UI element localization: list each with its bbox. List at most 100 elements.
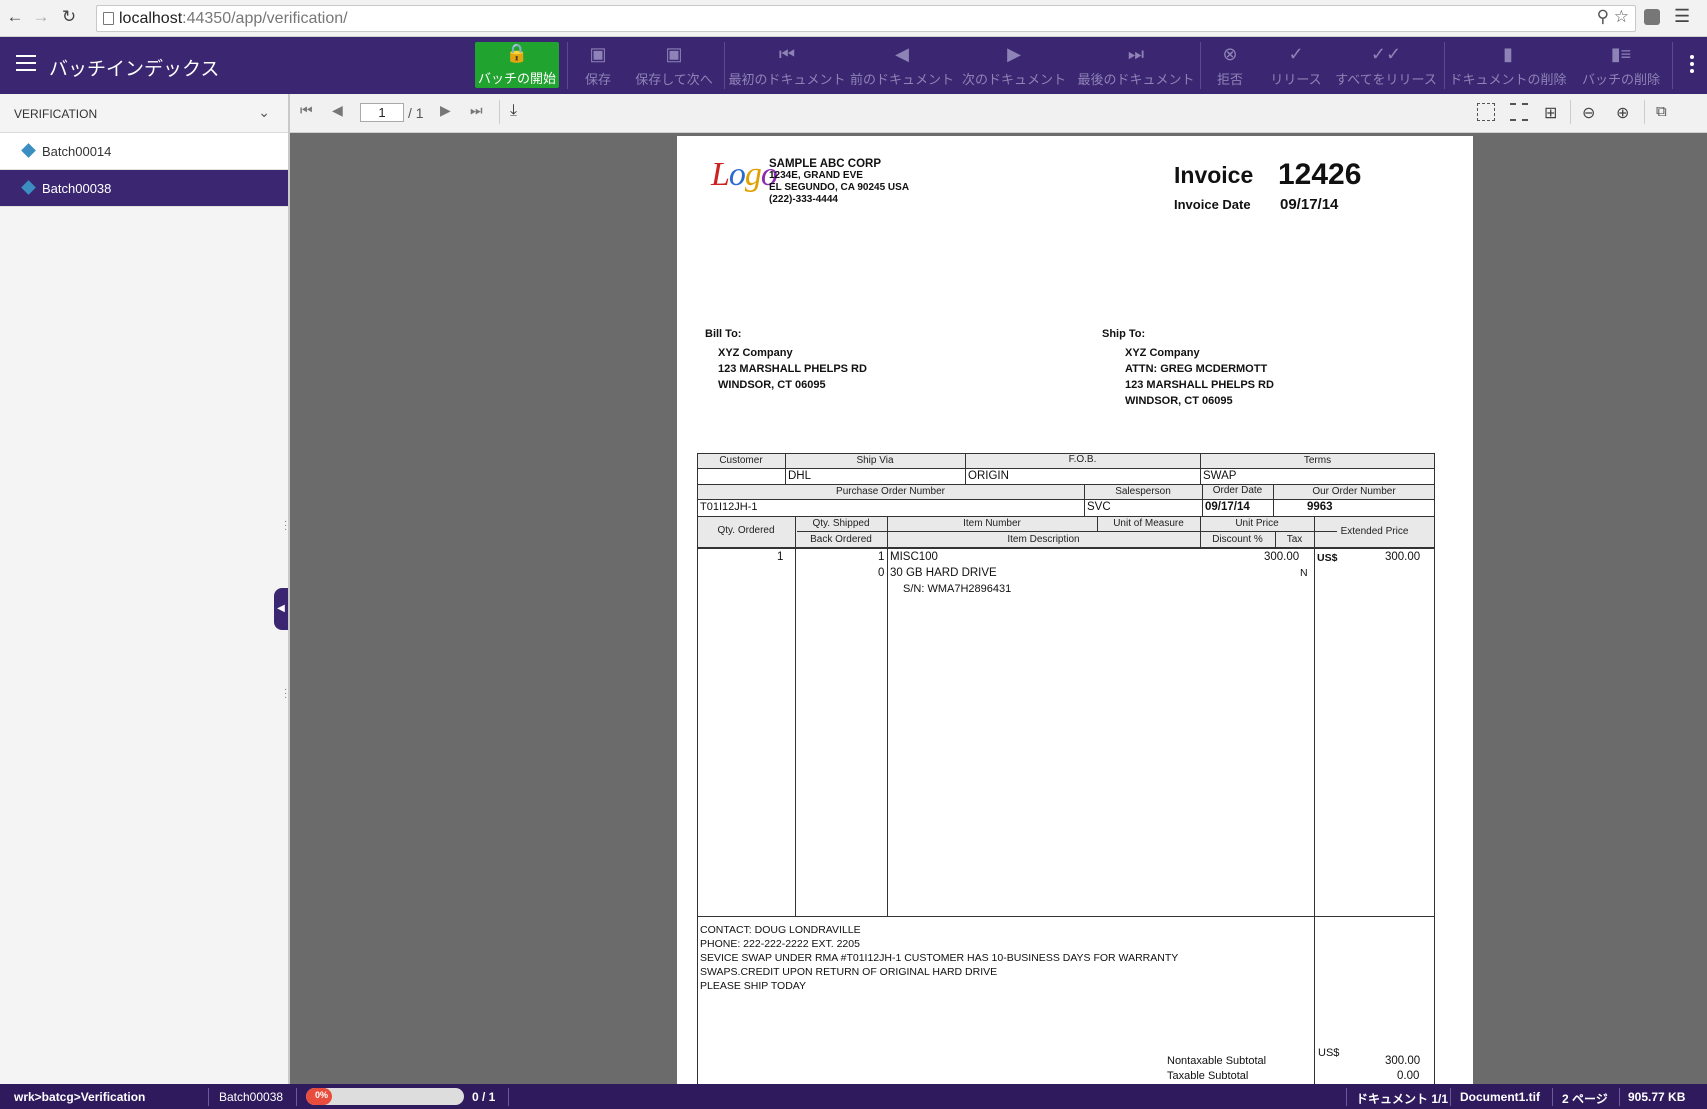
first-page-icon[interactable]: ⏮ bbox=[300, 102, 313, 119]
status-document: ドキュメント 1/1 bbox=[1356, 1092, 1449, 1106]
download-icon[interactable]: ⤓ bbox=[510, 102, 517, 120]
header-tax: Tax bbox=[1286, 534, 1303, 545]
nontaxable-subtotal-label: Nontaxable Subtotal bbox=[1167, 1055, 1267, 1067]
invoice-number: 12426 bbox=[1278, 158, 1362, 191]
release-all-button[interactable]: ✓✓ すべてをリリース bbox=[1335, 37, 1437, 94]
ship-to-street: 123 MARSHALL PHELPS RD bbox=[1125, 379, 1274, 391]
zoom-icon[interactable]: ⚲ bbox=[1597, 7, 1609, 26]
previous-page-icon[interactable]: ◀ bbox=[332, 102, 343, 119]
status-count: 0 / 1 bbox=[472, 1090, 496, 1104]
skip-last-icon: ⏭ bbox=[1127, 43, 1145, 64]
invoice-table: Customer Ship Via F.O.B. Terms DHL ORIGI… bbox=[697, 453, 1435, 1084]
hamburger-menu-icon[interactable] bbox=[16, 55, 36, 71]
viewer-divider bbox=[499, 100, 500, 124]
collapse-panel-button[interactable]: ◀ bbox=[274, 588, 288, 630]
trash-list-icon: ▮≡ bbox=[1610, 43, 1632, 64]
address-bar[interactable]: localhost:44350/app/verification/ ⚲ ☆ bbox=[96, 5, 1636, 32]
triangle-left-icon: ◀ bbox=[895, 43, 909, 64]
browser-toolbar: ← → ↻ localhost:44350/app/verification/ … bbox=[0, 0, 1707, 37]
last-document-label: 最後のドキュメント bbox=[1077, 71, 1195, 87]
next-document-button[interactable]: ▶ 次のドキュメント bbox=[962, 37, 1067, 94]
first-document-button[interactable]: ⏮ 最初のドキュメント bbox=[729, 37, 846, 94]
layers-icon bbox=[21, 180, 36, 195]
table-rule bbox=[697, 484, 1435, 485]
toolbar-divider bbox=[567, 42, 568, 89]
table-rule bbox=[887, 516, 888, 916]
delete-batch-button[interactable]: ▮≡ バッチの削除 bbox=[1578, 37, 1664, 94]
previous-document-button[interactable]: ◀ 前のドキュメント bbox=[850, 37, 954, 94]
header-unit-price: Unit Price bbox=[1235, 518, 1279, 529]
our-order-value: 9963 bbox=[1307, 501, 1333, 513]
next-document-label: 次のドキュメント bbox=[962, 71, 1067, 87]
header-fob: F.O.B. bbox=[1068, 454, 1097, 465]
back-arrow-icon[interactable]: ← bbox=[4, 6, 26, 28]
header-discount: Discount % bbox=[1212, 534, 1263, 545]
ship-via-value: DHL bbox=[788, 470, 812, 482]
status-bar: wrk>batcg>Verification Batch00038 0% 0 /… bbox=[0, 1084, 1707, 1109]
fit-width-icon[interactable] bbox=[1510, 103, 1528, 121]
app-toolbar: バッチインデックス 🔒 バッチの開始 ▣ 保存 ▣ 保存して次へ ⏮ 最初のドキ… bbox=[0, 37, 1707, 94]
circle-x-icon: ⊗ bbox=[1222, 43, 1238, 64]
zoom-out-icon[interactable]: ⊖ bbox=[1582, 103, 1600, 122]
reload-icon[interactable]: ↻ bbox=[58, 6, 80, 28]
totals-currency: US$ bbox=[1318, 1047, 1340, 1059]
resize-grip-icon[interactable]: · · · bbox=[284, 517, 287, 535]
release-button[interactable]: ✓ リリース bbox=[1266, 37, 1326, 94]
reject-button[interactable]: ⊗ 拒否 bbox=[1212, 37, 1248, 94]
delete-batch-label: バッチの削除 bbox=[1581, 71, 1660, 87]
batch-item-label: Batch00014 bbox=[42, 144, 112, 159]
batch-item-batch00038[interactable]: Batch00038 bbox=[0, 170, 288, 207]
more-vertical-icon[interactable] bbox=[1690, 55, 1694, 76]
line-unit-price: 300.00 bbox=[1264, 551, 1300, 563]
first-document-label: 最初のドキュメント bbox=[728, 71, 846, 87]
delete-document-button[interactable]: ▮ ドキュメントの削除 bbox=[1449, 37, 1567, 94]
status-divider bbox=[208, 1088, 209, 1106]
resize-grip-icon[interactable]: · · · bbox=[284, 685, 287, 703]
floppy-disk-icon: ▣ bbox=[665, 43, 683, 64]
company-address-1: 1234E, GRAND EVE bbox=[769, 170, 863, 181]
skip-first-icon: ⏮ bbox=[778, 43, 796, 64]
extension-icon[interactable] bbox=[1644, 9, 1660, 25]
document-viewer[interactable]: Logo SAMPLE ABC CORP 1234E, GRAND EVE EL… bbox=[290, 133, 1707, 1084]
save-button[interactable]: ▣ 保存 bbox=[574, 37, 622, 94]
triangle-right-icon: ▶ bbox=[1007, 43, 1021, 64]
note-line: CONTACT: DOUG LONDRAVILLE bbox=[700, 924, 861, 936]
open-batch-button[interactable]: 🔒 バッチの開始 bbox=[475, 42, 559, 88]
bill-to-label: Bill To: bbox=[705, 328, 742, 340]
line-qty-shipped: 1 bbox=[878, 551, 885, 563]
zoom-in-icon[interactable]: ⊕ bbox=[1616, 103, 1634, 122]
line-extended: 300.00 bbox=[1385, 551, 1421, 563]
company-block: SAMPLE ABC CORP 1234E, GRAND EVE EL SEGU… bbox=[769, 158, 909, 206]
panel-header[interactable]: VERIFICATION ⌄ bbox=[0, 94, 288, 133]
reject-label: 拒否 bbox=[1216, 71, 1243, 87]
po-number-value: T01I12JH-1 bbox=[700, 501, 758, 513]
batch-item-batch00014[interactable]: Batch00014 bbox=[0, 133, 288, 170]
forward-arrow-icon[interactable]: → bbox=[30, 6, 52, 28]
page-number-input[interactable]: 1 bbox=[360, 103, 404, 122]
popout-icon[interactable]: ⧉ bbox=[1656, 103, 1674, 121]
open-batch-label: バッチの開始 bbox=[477, 71, 556, 86]
last-document-button[interactable]: ⏭ 最後のドキュメント bbox=[1076, 37, 1196, 94]
viewer-divider bbox=[1644, 100, 1645, 124]
save-next-button[interactable]: ▣ 保存して次へ bbox=[632, 37, 716, 94]
save-next-label: 保存して次へ bbox=[635, 71, 713, 87]
panel-header-label: VERIFICATION bbox=[14, 107, 98, 121]
browser-menu-icon[interactable]: ☰ bbox=[1674, 6, 1690, 27]
table-rule bbox=[697, 468, 1435, 469]
taxable-subtotal-value: 0.00 bbox=[1397, 1070, 1420, 1082]
last-page-icon[interactable]: ⏭ bbox=[470, 102, 483, 119]
delete-document-label: ドキュメントの削除 bbox=[1449, 71, 1567, 87]
line-qty-ordered: 1 bbox=[777, 551, 784, 563]
grid-icon[interactable]: ⊞ bbox=[1544, 103, 1562, 122]
next-page-icon[interactable]: ▶ bbox=[440, 102, 451, 119]
star-icon[interactable]: ☆ bbox=[1614, 7, 1629, 26]
status-size: 905.77 KB bbox=[1628, 1090, 1686, 1104]
header-qty-shipped: Qty. Shipped bbox=[812, 518, 870, 529]
chevron-down-icon[interactable]: ⌄ bbox=[258, 104, 270, 121]
fit-page-icon[interactable] bbox=[1477, 103, 1495, 121]
status-divider bbox=[1619, 1088, 1620, 1106]
header-extended-price: Extended Price bbox=[1340, 526, 1409, 537]
ship-to-label: Ship To: bbox=[1102, 328, 1146, 340]
layers-icon bbox=[21, 143, 36, 158]
status-divider bbox=[1346, 1088, 1347, 1106]
